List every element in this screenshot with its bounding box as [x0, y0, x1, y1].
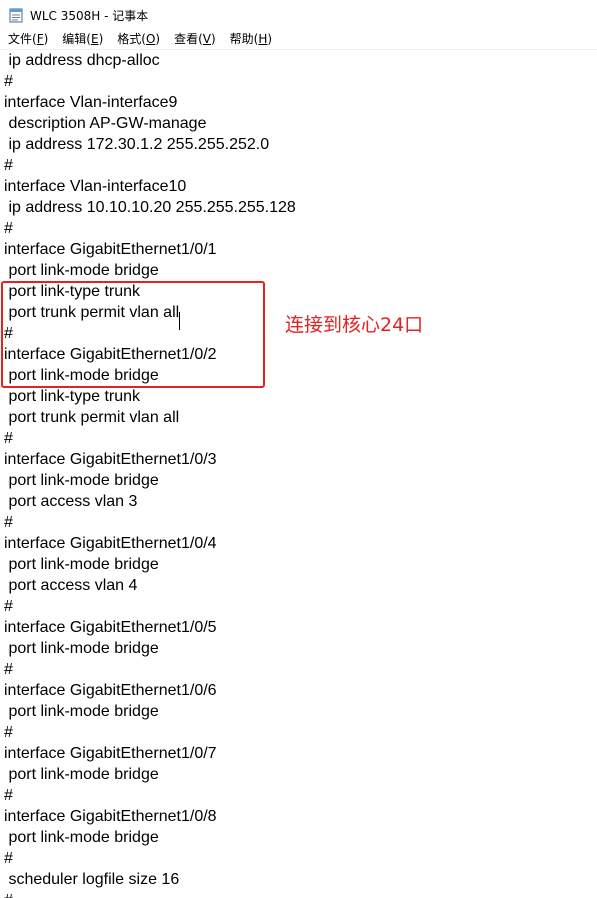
text-editor-area[interactable]: ip address dhcp-alloc # interface Vlan-i…	[0, 50, 597, 898]
editor-line: #	[4, 661, 13, 678]
menu-edit[interactable]: 编辑(E)	[62, 30, 103, 49]
editor-lines: ip address dhcp-alloc # interface Vlan-i…	[4, 50, 296, 898]
editor-line: interface Vlan-interface9	[4, 94, 178, 111]
editor-line: interface GigabitEthernet1/0/8	[4, 808, 217, 825]
editor-line: #	[4, 514, 13, 531]
menu-help[interactable]: 帮助(H)	[230, 30, 272, 49]
editor-line: port link-mode bridge	[4, 367, 159, 384]
text-caret	[179, 312, 180, 330]
window-title: WLC 3508H - 记事本	[30, 8, 149, 23]
editor-line: interface GigabitEthernet1/0/7	[4, 745, 217, 762]
editor-line: port link-mode bridge	[4, 766, 159, 783]
editor-line: #	[4, 157, 13, 174]
editor-line: interface GigabitEthernet1/0/6	[4, 682, 217, 699]
editor-line: #	[4, 787, 13, 804]
editor-line: interface GigabitEthernet1/0/5	[4, 619, 217, 636]
editor-line: ip address 172.30.1.2 255.255.252.0	[4, 136, 270, 153]
editor-line: ip address 10.10.10.20 255.255.255.128	[4, 199, 296, 216]
editor-line: port access vlan 4	[4, 577, 138, 594]
editor-line: #	[4, 724, 13, 741]
editor-line: interface GigabitEthernet1/0/1	[4, 241, 217, 258]
editor-line: port link-mode bridge	[4, 262, 159, 279]
editor-line: port trunk permit vlan all	[4, 304, 180, 321]
editor-line: port link-type trunk	[4, 388, 141, 405]
editor-line: port link-type trunk	[4, 283, 141, 300]
editor-line: interface Vlan-interface10	[4, 178, 187, 195]
editor-line: interface GigabitEthernet1/0/3	[4, 451, 217, 468]
annotation-label: 连接到核心24口	[285, 314, 424, 336]
editor-line: port trunk permit vlan all	[4, 409, 180, 426]
editor-line: port link-mode bridge	[4, 640, 159, 657]
editor-line: #	[4, 220, 13, 237]
editor-line: #	[4, 73, 13, 90]
editor-line: #	[4, 325, 13, 342]
menu-file[interactable]: 文件(F)	[8, 30, 48, 49]
menu-bar: 文件(F) 编辑(E) 格式(O) 查看(V) 帮助(H)	[0, 30, 597, 49]
editor-line: #	[4, 850, 13, 867]
editor-line: port access vlan 3	[4, 493, 138, 510]
menu-view[interactable]: 查看(V)	[174, 30, 216, 49]
editor-line: port link-mode bridge	[4, 829, 159, 846]
editor-line: #	[4, 430, 13, 447]
editor-line: ip address dhcp-alloc	[4, 52, 160, 69]
editor-line: port link-mode bridge	[4, 556, 159, 573]
editor-line: #	[4, 890, 296, 898]
editor-line: #	[4, 598, 13, 615]
editor-line: description AP-GW-manage	[4, 115, 207, 132]
editor-line: interface GigabitEthernet1/0/4	[4, 535, 217, 552]
menu-format[interactable]: 格式(O)	[117, 30, 160, 49]
editor-line: port link-mode bridge	[4, 703, 159, 720]
title-bar[interactable]: WLC 3508H - 记事本	[0, 0, 597, 30]
notepad-icon	[9, 8, 23, 23]
editor-line: port link-mode bridge	[4, 472, 159, 489]
editor-line: interface GigabitEthernet1/0/2	[4, 346, 217, 363]
editor-line: scheduler logfile size 16	[4, 871, 180, 888]
notepad-window: WLC 3508H - 记事本 文件(F) 编辑(E) 格式(O) 查看(V) …	[0, 0, 597, 898]
